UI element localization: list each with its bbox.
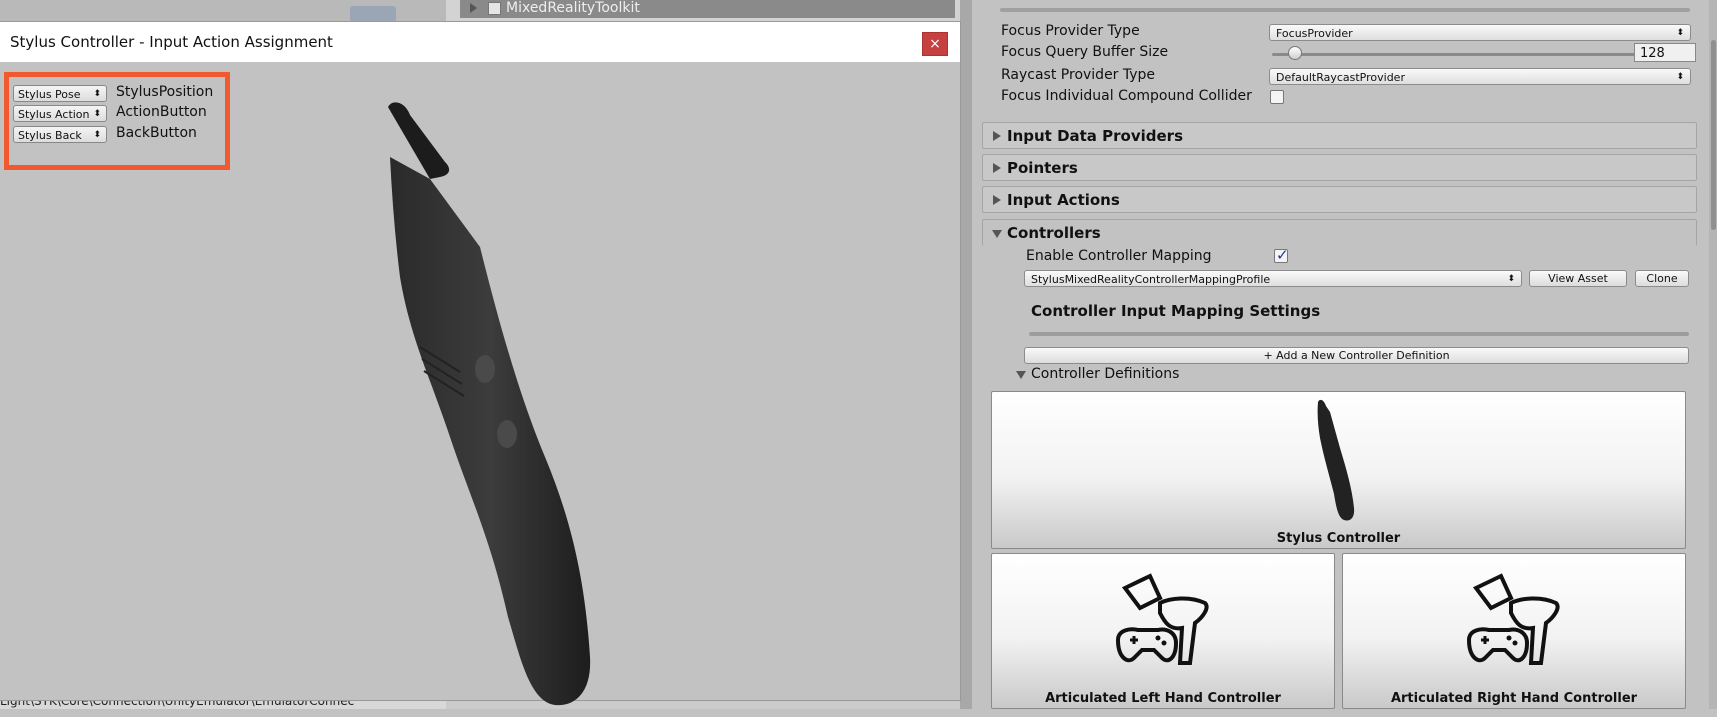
- slider-handle[interactable]: [1288, 46, 1302, 60]
- stylus-controller-model-image: [388, 102, 591, 706]
- chevron-updown-icon: ⬍: [93, 130, 101, 140]
- chevron-updown-icon: ⬍: [1507, 274, 1515, 284]
- gameobject-icon: [488, 2, 501, 15]
- mapping-profile-dropdown[interactable]: StylusMixedRealityControllerMappingProfi…: [1024, 270, 1522, 287]
- action-select-value: Stylus Back: [18, 129, 82, 142]
- action-select-value: Stylus Action: [18, 108, 90, 121]
- window-title: Stylus Controller - Input Action Assignm…: [10, 33, 333, 51]
- action-select[interactable]: Stylus Pose ⬍: [13, 85, 107, 102]
- panel-divider[interactable]: [960, 0, 972, 709]
- chevron-updown-icon: ⬍: [1676, 28, 1684, 38]
- focus-compound-collider-checkbox[interactable]: [1270, 90, 1284, 104]
- raycast-provider-dropdown[interactable]: DefaultRaycastProvider ⬍: [1269, 68, 1691, 85]
- close-button[interactable]: ×: [922, 32, 948, 56]
- action-select[interactable]: Stylus Back ⬍: [13, 126, 107, 143]
- action-label: ActionButton: [116, 104, 207, 120]
- section-input-data-providers[interactable]: Input Data Providers: [982, 122, 1697, 149]
- stylus-controller-card[interactable]: Stylus Controller: [991, 391, 1686, 549]
- controller-card-label: Articulated Left Hand Controller: [1045, 691, 1281, 706]
- view-asset-button[interactable]: View Asset: [1529, 270, 1627, 287]
- articulated-right-hand-card[interactable]: Articulated Right Hand Controller: [1342, 553, 1686, 709]
- hand-controller-icon: [1115, 573, 1209, 665]
- buffer-size-slider[interactable]: [1272, 53, 1642, 56]
- section-input-actions[interactable]: Input Actions: [982, 186, 1697, 213]
- section-controllers[interactable]: Controllers: [982, 219, 1697, 246]
- dropdown-value: StylusMixedRealityControllerMappingProfi…: [1031, 273, 1271, 286]
- focus-provider-type-dropdown[interactable]: FocusProvider ⬍: [1269, 24, 1691, 41]
- focus-query-buffer-label: Focus Query Buffer Size: [1001, 44, 1169, 60]
- controller-definitions-label: Controller Definitions: [1031, 366, 1180, 382]
- scene-view-strip: [0, 0, 446, 22]
- expand-arrow-icon: [993, 131, 1001, 141]
- scrollbar-thumb[interactable]: [1711, 40, 1716, 230]
- expand-arrow-icon: [993, 163, 1001, 173]
- inspector-panel: Focus Provider Type FocusProvider ⬍ Focu…: [972, 0, 1717, 709]
- hand-controller-icon: [1466, 573, 1560, 665]
- input-action-assignment-window: Stylus Controller - Input Action Assignm…: [0, 22, 960, 706]
- window-title-bar: Stylus Controller - Input Action Assignm…: [0, 22, 960, 62]
- expand-arrow-icon: [993, 195, 1001, 205]
- focus-provider-type-label: Focus Provider Type: [1001, 23, 1140, 39]
- chevron-updown-icon: ⬍: [93, 109, 101, 119]
- raycast-provider-label: Raycast Provider Type: [1001, 67, 1156, 83]
- hierarchy-item-label: MixedRealityToolkit: [506, 0, 640, 16]
- action-label: BackButton: [116, 125, 197, 141]
- chevron-updown-icon: ⬍: [93, 89, 101, 99]
- collapse-arrow-icon: [992, 230, 1002, 238]
- enable-controller-mapping-label: Enable Controller Mapping: [1026, 248, 1212, 264]
- assignment-highlight-box: Stylus Pose ⬍ StylusPosition Stylus Acti…: [4, 72, 230, 170]
- section-label: Input Data Providers: [1007, 127, 1184, 145]
- section-pointers[interactable]: Pointers: [982, 154, 1697, 181]
- section-label: Input Actions: [1007, 191, 1120, 209]
- section-label: Pointers: [1007, 159, 1078, 177]
- buffer-size-input[interactable]: 128: [1634, 43, 1696, 62]
- articulated-left-hand-card[interactable]: Articulated Left Hand Controller: [991, 553, 1335, 709]
- collapse-arrow-icon[interactable]: [1016, 371, 1026, 379]
- dropdown-value: FocusProvider: [1276, 27, 1353, 40]
- scene-gizmo-icon[interactable]: [350, 6, 396, 22]
- section-label: Controllers: [1007, 224, 1101, 242]
- action-select[interactable]: Stylus Action ⬍: [13, 105, 107, 122]
- expand-arrow-icon[interactable]: [470, 3, 477, 13]
- enable-controller-mapping-checkbox[interactable]: [1274, 246, 1289, 264]
- stylus-controller-icon: [1317, 399, 1355, 521]
- action-label: StylusPosition: [116, 84, 214, 100]
- focus-compound-collider-label: Focus Individual Compound Collider: [1001, 88, 1252, 104]
- controller-card-label: Stylus Controller: [1276, 531, 1401, 546]
- action-select-value: Stylus Pose: [18, 88, 81, 101]
- separator: [1000, 8, 1690, 12]
- add-controller-definition-button[interactable]: + Add a New Controller Definition: [1024, 347, 1689, 364]
- separator: [1029, 332, 1689, 336]
- clone-button[interactable]: Clone: [1635, 270, 1689, 287]
- mapping-settings-title: Controller Input Mapping Settings: [1031, 302, 1321, 320]
- dropdown-value: DefaultRaycastProvider: [1276, 71, 1405, 84]
- controller-card-label: Articulated Right Hand Controller: [1390, 691, 1638, 706]
- chevron-updown-icon: ⬍: [1676, 72, 1684, 82]
- hierarchy-item[interactable]: MixedRealityToolkit: [460, 0, 955, 18]
